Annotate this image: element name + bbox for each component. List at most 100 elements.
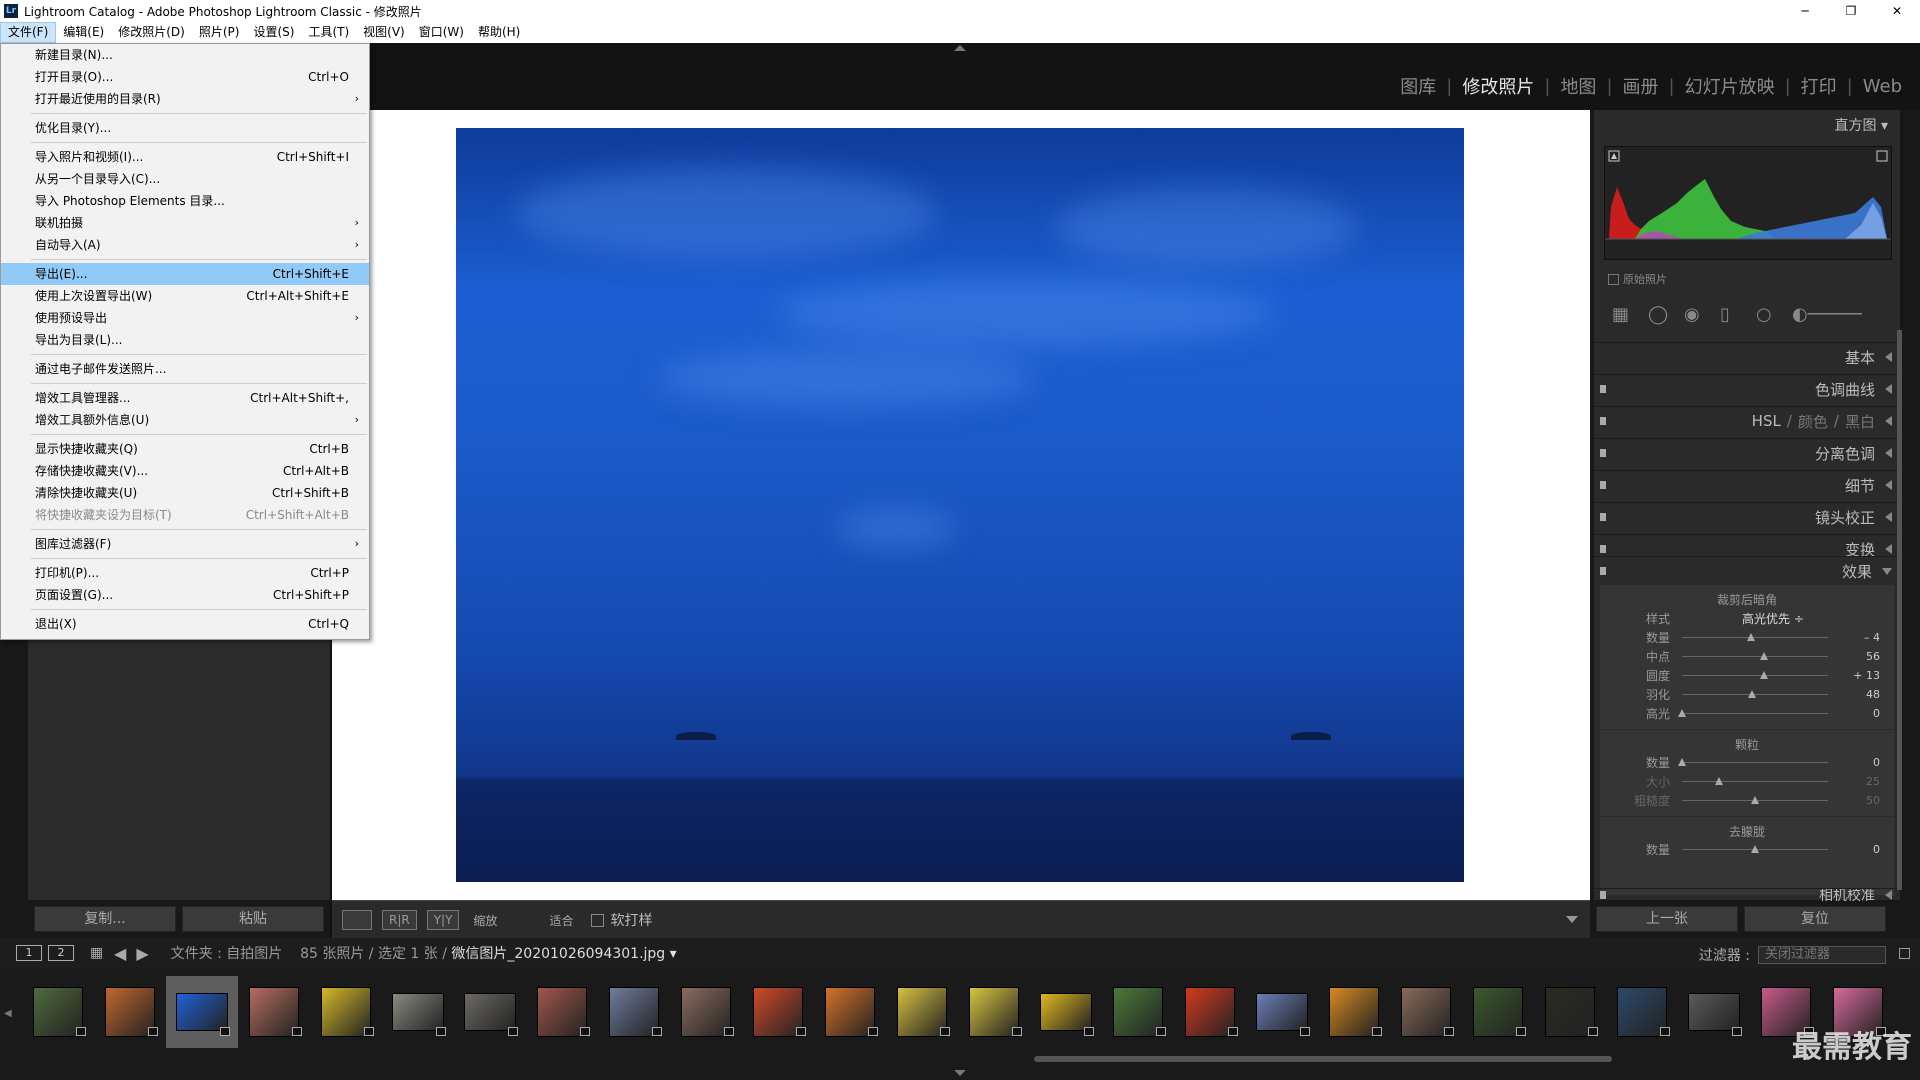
slider-thumb[interactable] xyxy=(1751,845,1759,853)
filmstrip-thumbnail[interactable] xyxy=(1462,976,1534,1048)
module-book[interactable]: 画册 xyxy=(1617,73,1665,99)
filmstrip-thumbnail[interactable] xyxy=(526,976,598,1048)
filmstrip-thumbnail[interactable] xyxy=(1318,976,1390,1048)
section-camera-calibration[interactable]: 相机校准 xyxy=(1594,888,1900,901)
filmstrip-thumbnail[interactable] xyxy=(742,976,814,1048)
histogram[interactable] xyxy=(1604,146,1892,260)
file-menu-item[interactable]: 清除快捷收藏夹(U) Ctrl+Shift+B xyxy=(1,482,369,504)
slider-thumb[interactable] xyxy=(1751,796,1759,804)
filmstrip-thumbnail[interactable] xyxy=(814,976,886,1048)
section-toggle-switch[interactable] xyxy=(1600,481,1606,489)
collapse-filmstrip-icon[interactable] xyxy=(954,1070,966,1076)
maximize-button[interactable]: ❐ xyxy=(1828,0,1874,22)
filmstrip-thumbnail[interactable] xyxy=(310,976,382,1048)
module-print[interactable]: 打印 xyxy=(1795,73,1843,99)
file-menu-item[interactable]: 退出(X) Ctrl+Q xyxy=(1,613,369,635)
section-toggle-switch[interactable] xyxy=(1600,417,1606,425)
file-menu-item[interactable]: 自动导入(A) › xyxy=(1,234,369,256)
filmstrip-thumbnail[interactable] xyxy=(1030,976,1102,1048)
slider-value[interactable]: 56 xyxy=(1828,650,1880,663)
slider-track[interactable] xyxy=(1682,671,1828,679)
slider-thumb[interactable] xyxy=(1746,633,1755,641)
menu-file[interactable]: 文件(F) xyxy=(0,22,57,43)
menu-window[interactable]: 窗口(W) xyxy=(412,23,471,42)
toolbar-content-dropdown-icon[interactable] xyxy=(1566,916,1578,923)
section-toggle-switch[interactable] xyxy=(1600,385,1606,393)
file-menu-item[interactable]: 图库过滤器(F) › xyxy=(1,533,369,555)
file-menu-item[interactable]: 新建目录(N)... xyxy=(1,44,369,66)
module-library[interactable]: 图库 xyxy=(1394,73,1442,99)
main-window-button[interactable]: 1 xyxy=(16,945,42,961)
slider-track[interactable] xyxy=(1682,777,1828,785)
previous-button[interactable]: 上一张 xyxy=(1596,906,1738,932)
file-menu-item[interactable]: 导出为目录(L)... xyxy=(1,329,369,351)
slider-track[interactable] xyxy=(1678,758,1828,766)
slider-thumb[interactable] xyxy=(1714,777,1723,785)
file-menu-item[interactable]: 打开目录(O)... Ctrl+O xyxy=(1,66,369,88)
right-panel-scrollbar[interactable] xyxy=(1897,330,1902,890)
module-slideshow[interactable]: 幻灯片放映 xyxy=(1679,73,1781,99)
back-arrow-icon[interactable]: ◀ xyxy=(114,944,126,963)
filmstrip-source[interactable]: 文件夹 : 自拍图片 85 张照片 / 选定 1 张 / 微信图片_202010… xyxy=(171,943,677,963)
loupe-view-icon[interactable] xyxy=(342,910,372,930)
before-after-lr-button[interactable]: R|R xyxy=(382,910,417,930)
section-toggle-switch[interactable] xyxy=(1600,891,1606,899)
filter-lock-icon[interactable] xyxy=(1899,948,1910,959)
filmstrip-thumbnail[interactable] xyxy=(1102,976,1174,1048)
slider-value[interactable]: 50 xyxy=(1828,794,1880,807)
file-menu-item[interactable]: 优化目录(Y)... xyxy=(1,117,369,139)
filmstrip-thumbnail[interactable] xyxy=(1246,976,1318,1048)
slider-thumb[interactable] xyxy=(1678,709,1686,717)
section-toggle-switch[interactable] xyxy=(1600,449,1606,457)
slider-value[interactable]: 25 xyxy=(1828,775,1880,788)
file-menu-item[interactable]: 使用上次设置导出(W) Ctrl+Alt+Shift+E xyxy=(1,285,369,307)
filmstrip-thumbnail[interactable] xyxy=(382,976,454,1048)
original-photo-toggle[interactable]: 原始照片 xyxy=(1608,271,1667,287)
filmstrip-scrollbar[interactable] xyxy=(1034,1056,1612,1062)
file-menu-item[interactable]: 通过电子邮件发送照片... xyxy=(1,358,369,380)
section-basic[interactable]: 基本 xyxy=(1594,342,1900,371)
filmstrip-thumbnail[interactable] xyxy=(454,976,526,1048)
softproof-checkbox[interactable] xyxy=(591,913,605,927)
menu-view[interactable]: 视图(V) xyxy=(356,23,412,42)
fit-label[interactable]: 适合 xyxy=(549,912,573,929)
filmstrip-thumbnail[interactable] xyxy=(1174,976,1246,1048)
file-menu-item[interactable]: 导出(E)... Ctrl+Shift+E xyxy=(1,263,369,285)
file-menu-item[interactable]: 打印机(P)... Ctrl+P xyxy=(1,562,369,584)
slider-track[interactable] xyxy=(1682,796,1828,804)
filmstrip-thumbnail[interactable] xyxy=(1534,976,1606,1048)
filmstrip-thumbnail[interactable] xyxy=(22,976,94,1048)
file-menu-item[interactable]: 联机拍摄 › xyxy=(1,212,369,234)
grid-view-icon[interactable]: ▦ xyxy=(90,946,104,960)
module-web[interactable]: Web xyxy=(1857,76,1908,97)
filmstrip-thumbnail[interactable] xyxy=(598,976,670,1048)
section-hsl[interactable]: HSL / 颜色 / 黑白 xyxy=(1594,406,1900,435)
slider-thumb[interactable] xyxy=(1748,690,1757,698)
menu-photo[interactable]: 照片(P) xyxy=(192,23,247,42)
section-tone-curve[interactable]: 色调曲线 xyxy=(1594,374,1900,403)
menu-edit[interactable]: 编辑(E) xyxy=(56,23,111,42)
radial-filter-icon[interactable]: ○ xyxy=(1756,306,1774,324)
filmstrip-thumbnail[interactable] xyxy=(94,976,166,1048)
file-menu-item[interactable]: 打开最近使用的目录(R) › xyxy=(1,88,369,110)
collapse-top-panel-icon[interactable] xyxy=(954,45,966,51)
menu-tools[interactable]: 工具(T) xyxy=(301,23,356,42)
menu-develop[interactable]: 修改照片(D) xyxy=(111,23,192,42)
vignette-style-select[interactable]: 高光优先 ÷ xyxy=(1742,610,1804,627)
module-develop[interactable]: 修改照片 xyxy=(1456,73,1540,99)
menu-help[interactable]: 帮助(H) xyxy=(471,23,527,42)
close-button[interactable]: ✕ xyxy=(1874,0,1920,22)
slider-track[interactable] xyxy=(1678,709,1828,717)
filmstrip-thumbnail[interactable] xyxy=(958,976,1030,1048)
section-lens-corrections[interactable]: 镜头校正 xyxy=(1594,502,1900,531)
graduated-filter-icon[interactable]: ▯ xyxy=(1720,306,1738,324)
slider-track[interactable] xyxy=(1682,633,1828,641)
module-map[interactable]: 地图 xyxy=(1554,73,1602,99)
file-menu-item[interactable]: 从另一个目录导入(C)... xyxy=(1,168,369,190)
file-menu-item[interactable]: 导入 Photoshop Elements 目录... xyxy=(1,190,369,212)
adjustment-brush-icon[interactable]: ◐───── xyxy=(1792,306,1882,324)
slider-track[interactable] xyxy=(1682,690,1828,698)
file-menu-item[interactable]: 显示快捷收藏夹(Q) Ctrl+B xyxy=(1,438,369,460)
slider-value[interactable]: + 13 xyxy=(1828,669,1880,682)
file-menu-item[interactable]: 存储快捷收藏夹(V)... Ctrl+Alt+B xyxy=(1,460,369,482)
